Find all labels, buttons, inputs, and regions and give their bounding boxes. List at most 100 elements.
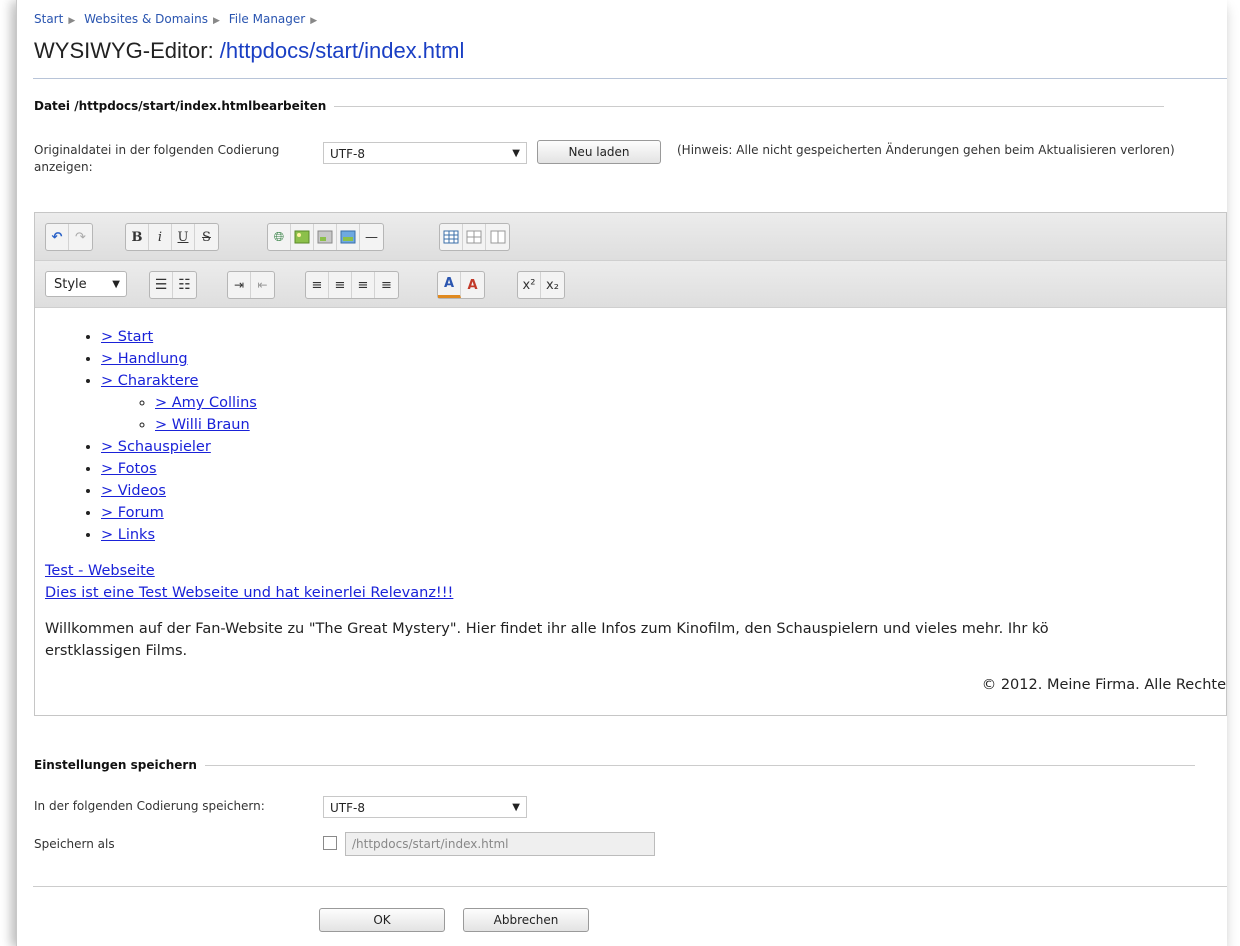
original-encoding-select[interactable]: UTF-8 ▼ [323, 142, 527, 164]
alignment-group: ≡ ≡ ≡ ≡ [305, 271, 399, 299]
nav-list-item: > Schauspieler [101, 436, 1226, 458]
save-section-title: Einstellungen speichern [34, 758, 197, 772]
superscript-icon[interactable]: x² [518, 272, 541, 298]
cancel-button[interactable]: Abbrechen [463, 908, 589, 932]
reload-button[interactable]: Neu laden [537, 140, 661, 164]
bullet-list-icon[interactable]: ☷ [173, 272, 196, 298]
dropdown-arrow-icon: ▼ [112, 279, 120, 290]
editor-content-area[interactable]: > Start > Handlung > Charaktere > Amy Co… [35, 308, 1226, 706]
indent-group: ⇥ ⇤ [227, 271, 275, 299]
align-left-icon[interactable]: ≡ [306, 272, 329, 298]
nav-sublist-item: > Willi Braun [155, 414, 1226, 436]
table-row-icon[interactable] [463, 224, 486, 250]
align-right-icon[interactable]: ≡ [352, 272, 375, 298]
original-encoding-label: Originaldatei in der folgenden Codierung… [34, 143, 280, 174]
nav-link-videos[interactable]: > Videos [101, 483, 166, 499]
nav-link-forum[interactable]: > Forum [101, 505, 164, 521]
align-justify-icon[interactable]: ≡ [375, 272, 398, 298]
insert-image-icon[interactable] [291, 224, 314, 250]
save-encoding-value: UTF-8 [330, 801, 365, 815]
breadcrumb-websites-domains[interactable]: Websites & Domains [84, 12, 208, 26]
original-encoding-value: UTF-8 [330, 147, 365, 161]
ok-button[interactable]: OK [319, 908, 445, 932]
history-group: ↶ ↷ [45, 223, 93, 251]
nav-list-item: > Fotos [101, 458, 1226, 480]
insert-group: 🌐︎ — [267, 223, 384, 251]
table-cell-icon[interactable] [486, 224, 509, 250]
text-format-group: B i U S [125, 223, 219, 251]
image-properties-icon[interactable] [314, 224, 337, 250]
title-divider [33, 78, 1227, 79]
nav-list: > Start > Handlung > Charaktere > Amy Co… [45, 326, 1226, 546]
subscript-icon[interactable]: x₂ [541, 272, 564, 298]
breadcrumb-separator-icon: ▶ [68, 16, 76, 26]
breadcrumb-separator-icon: ▶ [212, 16, 220, 26]
italic-icon[interactable]: i [149, 224, 172, 250]
breadcrumb: Start ▶ Websites & Domains ▶ File Manager ▶ [34, 12, 322, 26]
underline-icon[interactable]: U [172, 224, 195, 250]
nav-link-charaktere[interactable]: > Charaktere [101, 373, 198, 389]
nav-link-willi-braun[interactable]: > Willi Braun [155, 417, 250, 433]
edit-section-title-bold: bearbeiten [252, 99, 327, 113]
color-group: A A [437, 271, 485, 299]
list-group: ☰ ☷ [149, 271, 197, 299]
outdent-icon[interactable]: ⇤ [251, 272, 274, 298]
style-select[interactable]: Style ▼ [45, 271, 127, 297]
dropdown-arrow-icon: ▼ [512, 802, 520, 813]
breadcrumb-start[interactable]: Start [34, 12, 63, 26]
test-website-link[interactable]: Test - Webseite [45, 563, 155, 579]
nav-link-links[interactable]: > Links [101, 527, 155, 543]
copyright-text: © 2012. Meine Firma. Alle Rechte [981, 677, 1226, 693]
indent-icon[interactable]: ⇥ [228, 272, 251, 298]
save-as-label: Speichern als [34, 837, 115, 851]
footer-divider [33, 886, 1227, 887]
editor-toolbar-row-2: Style ▼ ☰ ☷ ⇥ ⇤ ≡ ≡ ≡ ≡ A A x² x₂ [35, 261, 1226, 308]
table-group [439, 223, 510, 251]
align-center-icon[interactable]: ≡ [329, 272, 352, 298]
nav-link-schauspieler[interactable]: > Schauspieler [101, 439, 211, 455]
section-divider [334, 105, 1165, 107]
style-select-value: Style [54, 277, 87, 292]
save-as-checkbox[interactable] [323, 836, 337, 850]
redo-icon[interactable]: ↷ [69, 224, 92, 250]
nav-sublist: > Amy Collins > Willi Braun [101, 392, 1226, 436]
insert-table-icon[interactable] [440, 224, 463, 250]
section-divider [204, 764, 1195, 766]
page-title-prefix: WYSIWYG-Editor: [34, 38, 220, 63]
numbered-list-icon[interactable]: ☰ [150, 272, 173, 298]
wysiwyg-editor: ↶ ↷ B i U S 🌐︎ — Style ▼ ☰ ☷ ⇥ ⇤ ≡ ≡ ≡ ≡… [34, 212, 1227, 716]
background-color-icon[interactable]: A [461, 272, 484, 298]
window-frame: Start ▶ Websites & Domains ▶ File Manager ▶… [16, 0, 1227, 946]
horizontal-rule-icon[interactable]: — [360, 224, 383, 250]
script-group: x² x₂ [517, 271, 565, 299]
welcome-text-line-1: Willkommen auf der Fan-Website zu "The G… [45, 621, 1049, 637]
save-as-input: /httpdocs/start/index.html [345, 832, 655, 856]
edit-section-title-prefix: Datei /httpdocs/start/index.html [34, 99, 253, 113]
breadcrumb-file-manager[interactable]: File Manager [229, 12, 306, 26]
nav-link-amy-collins[interactable]: > Amy Collins [155, 395, 257, 411]
undo-icon[interactable]: ↶ [46, 224, 69, 250]
breadcrumb-separator-icon: ▶ [310, 16, 318, 26]
nav-list-item: > Start [101, 326, 1226, 348]
nav-sublist-item: > Amy Collins [155, 392, 1226, 414]
insert-media-icon[interactable] [337, 224, 360, 250]
link-globe-icon[interactable]: 🌐︎ [268, 224, 291, 250]
bold-icon[interactable]: B [126, 224, 149, 250]
nav-link-fotos[interactable]: > Fotos [101, 461, 157, 477]
save-encoding-label: In der folgenden Codierung speichern: [34, 799, 265, 813]
strikethrough-icon[interactable]: S [195, 224, 218, 250]
editor-toolbar-row-1: ↶ ↷ B i U S 🌐︎ — [35, 213, 1226, 261]
save-encoding-select[interactable]: UTF-8 ▼ [323, 796, 527, 818]
nav-list-item: > Videos [101, 480, 1226, 502]
nav-list-item: > Links [101, 524, 1226, 546]
welcome-text-line-2: erstklassigen Films. [45, 643, 188, 659]
text-color-icon[interactable]: A [438, 272, 461, 298]
page-title-path: /httpdocs/start/index.html [219, 38, 465, 63]
nav-list-item: > Charaktere > Amy Collins > Willi Braun [101, 370, 1226, 436]
test-notice-link[interactable]: Dies ist eine Test Webseite und hat kein… [45, 585, 453, 601]
nav-link-handlung[interactable]: > Handlung [101, 351, 188, 367]
nav-list-item: > Handlung [101, 348, 1226, 370]
nav-link-start[interactable]: > Start [101, 329, 153, 345]
